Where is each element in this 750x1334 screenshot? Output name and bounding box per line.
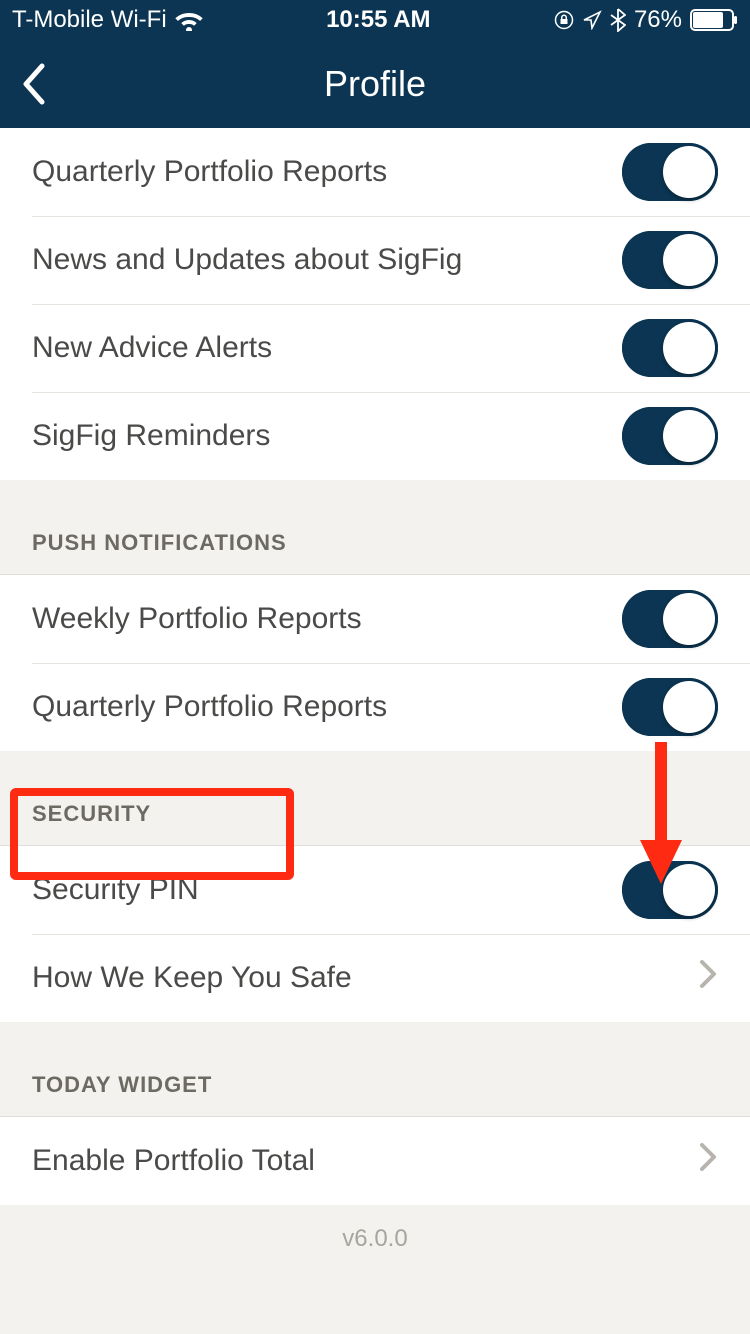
status-bar: T-Mobile Wi-Fi 10:55 AM 76% <box>0 0 750 40</box>
chevron-left-icon <box>20 62 48 106</box>
rotation-lock-icon <box>554 10 574 30</box>
carrier-label: T-Mobile Wi-Fi <box>12 6 167 34</box>
row-label: New Advice Alerts <box>32 331 622 365</box>
row-label: Enable Portfolio Total <box>32 1144 698 1178</box>
row-sigfig-reminders[interactable]: SigFig Reminders <box>0 392 750 480</box>
battery-icon <box>690 9 738 31</box>
status-time: 10:55 AM <box>326 6 430 34</box>
page-title: Profile <box>324 63 426 105</box>
row-label: Weekly Portfolio Reports <box>32 602 622 636</box>
row-weekly-portfolio-reports-push[interactable]: Weekly Portfolio Reports <box>0 575 750 663</box>
status-right: 76% <box>554 6 738 34</box>
row-label: Quarterly Portfolio Reports <box>32 690 622 724</box>
row-label: Security PIN <box>32 873 622 907</box>
row-quarterly-portfolio-reports[interactable]: Quarterly Portfolio Reports <box>0 128 750 216</box>
battery-percent-label: 76% <box>634 6 682 34</box>
row-label: How We Keep You Safe <box>32 961 698 995</box>
settings-group-security: Security PIN How We Keep You Safe <box>0 846 750 1022</box>
toggle-sigfig-reminders[interactable] <box>622 407 718 465</box>
status-left: T-Mobile Wi-Fi <box>12 6 203 34</box>
section-header-today-widget: TODAY WIDGET <box>0 1022 750 1117</box>
chevron-right-icon <box>698 958 718 998</box>
settings-group-today-widget: Enable Portfolio Total <box>0 1117 750 1205</box>
app-version-label: v6.0.0 <box>0 1205 750 1273</box>
toggle-quarterly-portfolio-reports[interactable] <box>622 143 718 201</box>
row-quarterly-portfolio-reports-push[interactable]: Quarterly Portfolio Reports <box>0 663 750 751</box>
row-security-pin[interactable]: Security PIN <box>0 846 750 934</box>
section-header-security: SECURITY <box>0 751 750 846</box>
chevron-right-icon <box>698 1141 718 1181</box>
toggle-quarterly-portfolio-reports-push[interactable] <box>622 678 718 736</box>
bluetooth-icon <box>610 8 626 32</box>
toggle-security-pin[interactable] <box>622 861 718 919</box>
nav-bar: Profile <box>0 40 750 128</box>
row-news-updates-sigfig[interactable]: News and Updates about SigFig <box>0 216 750 304</box>
toggle-weekly-portfolio-reports-push[interactable] <box>622 590 718 648</box>
settings-group-email: Quarterly Portfolio Reports News and Upd… <box>0 128 750 480</box>
row-enable-portfolio-total[interactable]: Enable Portfolio Total <box>0 1117 750 1205</box>
row-new-advice-alerts[interactable]: New Advice Alerts <box>0 304 750 392</box>
row-how-we-keep-you-safe[interactable]: How We Keep You Safe <box>0 934 750 1022</box>
toggle-news-updates[interactable] <box>622 231 718 289</box>
row-label: Quarterly Portfolio Reports <box>32 155 622 189</box>
toggle-new-advice-alerts[interactable] <box>622 319 718 377</box>
row-label: SigFig Reminders <box>32 419 622 453</box>
wifi-icon <box>175 9 203 31</box>
section-header-push-notifications: PUSH NOTIFICATIONS <box>0 480 750 575</box>
location-icon <box>582 10 602 30</box>
row-label: News and Updates about SigFig <box>32 243 622 277</box>
back-button[interactable] <box>20 54 60 114</box>
settings-group-push: Weekly Portfolio Reports Quarterly Portf… <box>0 575 750 751</box>
